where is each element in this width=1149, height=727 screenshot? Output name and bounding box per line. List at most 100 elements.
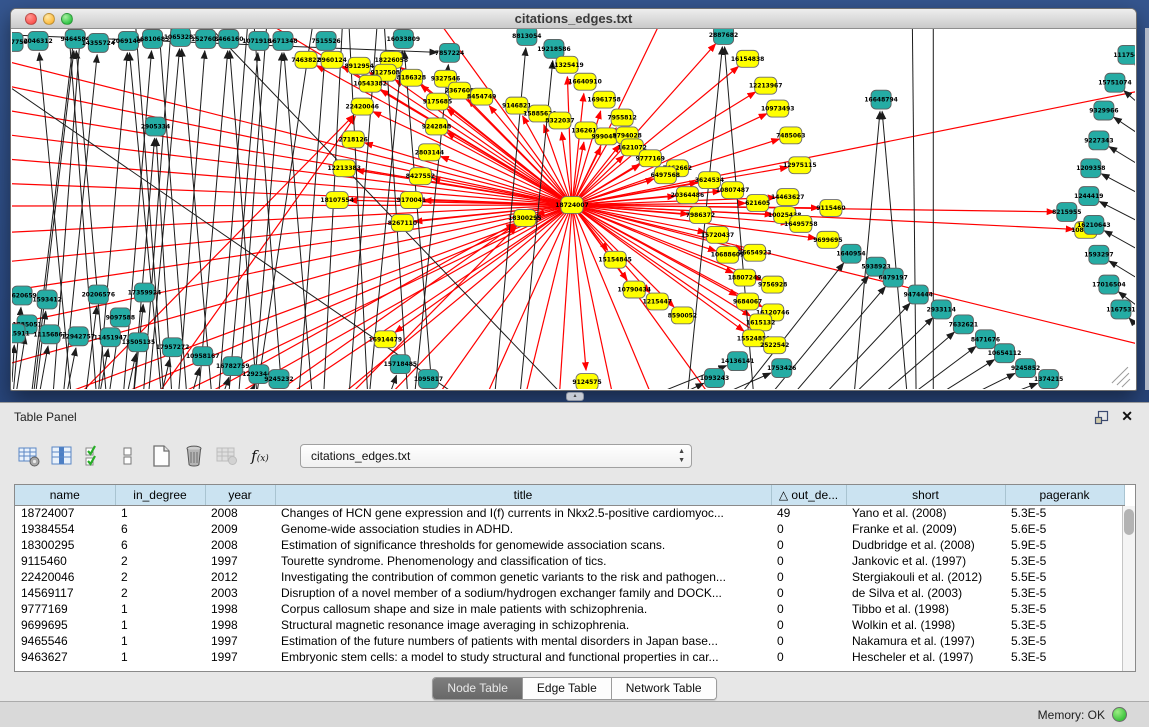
table-cell: 9463627 xyxy=(15,649,115,665)
deselect-all-icon[interactable] xyxy=(113,442,143,470)
graph-node-label: 18226058 xyxy=(375,57,408,64)
float-panel-icon[interactable] xyxy=(1094,410,1109,425)
graph-node-label: 621605 xyxy=(745,200,770,207)
graph-edge-red[interactable] xyxy=(434,205,572,389)
table-cell: 0 xyxy=(771,601,846,617)
graph-edge-red[interactable] xyxy=(42,205,572,389)
graph-edge-red[interactable] xyxy=(12,59,572,205)
graph-edge-black[interactable] xyxy=(882,111,908,389)
graph-edge-black[interactable] xyxy=(783,287,886,389)
column-header[interactable]: year xyxy=(205,485,275,505)
table-cell: 19384554 xyxy=(15,521,115,537)
table-cell: 49 xyxy=(771,505,846,521)
table-cell: 9777169 xyxy=(15,601,115,617)
dropdown-stepper-icon: ▲▼ xyxy=(678,447,685,465)
graph-edge-black[interactable] xyxy=(654,383,703,389)
table-row[interactable]: 1938455462009Genome-wide association stu… xyxy=(15,521,1124,537)
graph-edge-black[interactable] xyxy=(323,29,343,389)
close-panel-icon[interactable]: ✕ xyxy=(1121,408,1133,425)
window-titlebar[interactable]: citations_edges.txt xyxy=(11,9,1136,29)
table-cell: 1 xyxy=(115,617,205,633)
delete-table-icon[interactable] xyxy=(212,442,242,470)
column-header[interactable]: pagerank xyxy=(1005,485,1124,505)
table-row[interactable]: 969969511998Structural magnetic resonanc… xyxy=(15,617,1124,633)
table-row[interactable]: 2242004622012Investigating the contribut… xyxy=(15,569,1124,585)
graph-edge-black[interactable] xyxy=(182,49,213,389)
graph-node-label: 1671348 xyxy=(268,38,297,45)
graph-edge-black[interactable] xyxy=(189,368,200,389)
graph-node-label: 7857224 xyxy=(435,50,464,57)
graph-edge-black[interactable] xyxy=(1101,174,1135,200)
table-cell: 1 xyxy=(115,633,205,649)
table-cell: 1998 xyxy=(205,617,275,633)
table-select-dropdown[interactable]: citations_edges.txt ▲▼ xyxy=(300,444,692,468)
canvas-resize-handle[interactable] xyxy=(1122,379,1130,387)
table-select-value: citations_edges.txt xyxy=(311,449,410,463)
network-canvas[interactable]: 1872400719377502046312946458414355724206… xyxy=(12,29,1135,389)
graph-node-label: 9175685 xyxy=(423,99,452,106)
graph-edge-red[interactable] xyxy=(572,89,1135,205)
table-cell: Disruption of a novel member of a sodium… xyxy=(275,585,771,601)
table-cell: 0 xyxy=(771,633,846,649)
memory-indicator-icon[interactable] xyxy=(1112,707,1127,722)
graph-edge-black[interactable] xyxy=(1114,117,1135,142)
graph-edge-black[interactable] xyxy=(298,53,325,389)
graph-edge-black[interactable] xyxy=(284,53,313,389)
column-header[interactable]: △ out_de... xyxy=(771,485,846,505)
graph-edge-black[interactable] xyxy=(947,373,1015,389)
graph-edge-red[interactable] xyxy=(572,205,586,370)
table-cell: 5.3E-5 xyxy=(1005,553,1124,569)
column-header[interactable]: name xyxy=(15,485,115,505)
graph-edge-black[interactable] xyxy=(1109,147,1135,173)
graph-edge-red[interactable] xyxy=(572,205,1135,347)
table-cell: 0 xyxy=(771,617,846,633)
table-row[interactable]: 946554611997Estimation of the future num… xyxy=(15,633,1124,649)
graph-edge-black[interactable] xyxy=(12,345,14,382)
table-tabs: Node Table Edge Table Network Table xyxy=(0,677,1149,700)
graph-edge-black[interactable] xyxy=(253,29,283,389)
table-row[interactable]: 1830029562008Estimation of significance … xyxy=(15,537,1124,553)
table-row[interactable]: 977716911998Corpus callosum shape and si… xyxy=(15,601,1124,617)
network-canvas-wrap: 1872400719377502046312946458414355724206… xyxy=(12,29,1135,389)
graph-node-label: 16782759 xyxy=(216,363,249,370)
graph-edge-red[interactable] xyxy=(572,205,762,280)
table-row[interactable]: 1456911722003Disruption of a novel membe… xyxy=(15,585,1124,601)
graph-node-label: 16154838 xyxy=(731,56,764,63)
table-row[interactable]: 911546021997Tourette syndrome. Phenomeno… xyxy=(15,553,1124,569)
panel-splitter-grip[interactable]: ▴ xyxy=(566,392,584,401)
table-cell: Investigating the contribution of common… xyxy=(275,569,771,585)
column-visibility-icon[interactable] xyxy=(47,442,77,470)
table-row[interactable]: 946362711997Embryonic stem cells: a mode… xyxy=(15,649,1124,665)
tab-network-table[interactable]: Network Table xyxy=(612,678,716,699)
table-cell: 0 xyxy=(771,569,846,585)
canvas-resize-handle[interactable] xyxy=(1117,373,1129,385)
graph-edge-black[interactable] xyxy=(385,375,396,389)
table-mode-icon[interactable] xyxy=(14,442,44,470)
select-all-icon[interactable] xyxy=(80,442,110,470)
column-header[interactable]: in_degree xyxy=(115,485,205,505)
tab-node-table[interactable]: Node Table xyxy=(433,678,523,699)
graph-edge-red[interactable] xyxy=(72,115,354,389)
graph-node-label: 16033809 xyxy=(387,36,420,43)
graph-edge-black[interactable] xyxy=(919,360,994,389)
graph-node-label: 16648794 xyxy=(864,97,897,104)
graph-edge-black[interactable] xyxy=(178,51,205,389)
table-scrollbar[interactable] xyxy=(1122,506,1135,671)
table-scrollbar-thumb[interactable] xyxy=(1124,509,1134,535)
column-header[interactable]: short xyxy=(846,485,1005,505)
delete-column-icon[interactable] xyxy=(179,442,209,470)
table-cell: 1997 xyxy=(205,553,275,569)
graph-node-label: 9329966 xyxy=(1089,108,1118,115)
graph-edge-black[interactable] xyxy=(1129,318,1135,341)
node-table: namein_degreeyeartitle△ out_de...shortpa… xyxy=(14,484,1136,672)
canvas-resize-handle[interactable] xyxy=(1112,367,1128,383)
table-row[interactable]: 1872400712008Changes of HCN gene express… xyxy=(15,505,1124,521)
new-column-icon[interactable] xyxy=(146,442,176,470)
graph-edge-black[interactable] xyxy=(895,346,976,389)
graph-node-label: 9170041 xyxy=(397,197,426,204)
tab-edge-table[interactable]: Edge Table xyxy=(523,678,612,699)
graph-edge-black[interactable] xyxy=(868,332,954,389)
column-header[interactable]: title xyxy=(275,485,771,505)
graph-edge-red[interactable] xyxy=(572,145,620,205)
function-builder-icon[interactable]: f(x) xyxy=(245,442,275,470)
